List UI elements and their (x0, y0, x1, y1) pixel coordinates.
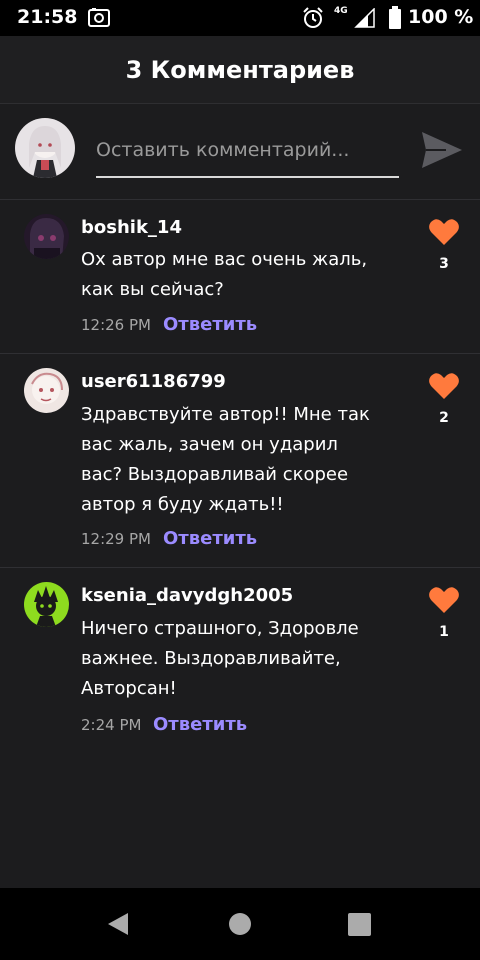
heart-icon[interactable] (428, 372, 460, 400)
comment-text: Здравствуйте автор!! Мне так вас жаль, з… (81, 404, 370, 515)
alarm-icon (303, 7, 323, 28)
comment-time: 2:24 PM (81, 716, 142, 734)
recents-square-icon[interactable] (348, 913, 371, 936)
comment-username[interactable]: boshik_14 (81, 217, 182, 238)
comment-time: 12:29 PM (81, 530, 151, 548)
status-time: 21:58 (17, 6, 78, 28)
comment-item: ksenia_davydgh2005 Ничего страшного, Здо… (0, 568, 480, 758)
comment-item: user61186799 Здравствуйте автор!! Мне та… (0, 354, 480, 568)
reply-button[interactable]: Ответить (163, 528, 257, 549)
send-button[interactable] (420, 128, 464, 172)
back-triangle-icon[interactable] (106, 912, 130, 936)
send-icon (422, 132, 462, 168)
comment-item: boshik_14 Ох автор мне вас очень жаль, к… (0, 200, 480, 354)
comment-input[interactable] (96, 134, 399, 178)
comment-username[interactable]: user61186799 (81, 371, 226, 392)
signal-icon (354, 8, 375, 28)
comment-time: 12:26 PM (81, 316, 151, 334)
screenshot-icon (88, 8, 110, 27)
comment-composer (0, 104, 480, 200)
heart-icon[interactable] (428, 218, 460, 246)
page-title: 3 Комментариев (125, 56, 355, 84)
home-circle-icon[interactable] (229, 913, 251, 935)
my-avatar[interactable] (15, 118, 75, 178)
reply-button[interactable]: Ответить (153, 714, 247, 735)
comments-header: 3 Комментариев (0, 36, 480, 104)
heart-icon[interactable] (428, 586, 460, 614)
battery-icon (389, 6, 401, 29)
system-nav-bar (0, 888, 480, 960)
comments-panel: boshik_14 Ох автор мне вас очень жаль, к… (0, 104, 480, 888)
avatar[interactable] (24, 214, 69, 259)
like-count: 3 (439, 256, 449, 272)
like-count: 2 (439, 410, 449, 426)
network-type-label: 4G (334, 6, 348, 16)
comment-username[interactable]: ksenia_davydgh2005 (81, 585, 293, 606)
battery-percent: 100 % (408, 6, 474, 28)
reply-button[interactable]: Ответить (163, 314, 257, 335)
avatar[interactable] (24, 582, 69, 627)
comment-text: Ничего страшного, Здоровле важнее. Выздо… (81, 618, 359, 699)
status-bar: 21:58 4G 100 % (0, 0, 480, 36)
like-count: 1 (439, 624, 449, 640)
comment-text: Ох автор мне вас очень жаль, как вы сейч… (81, 249, 368, 300)
avatar[interactable] (24, 368, 69, 413)
